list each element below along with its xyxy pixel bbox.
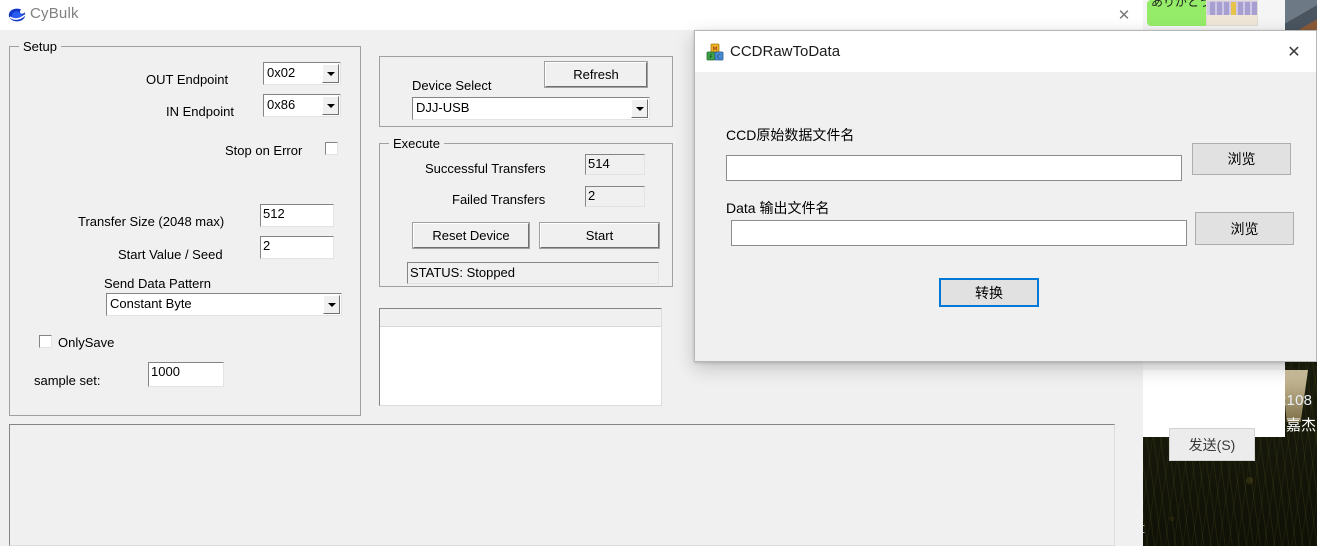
successful-transfers-label: Successful Transfers	[425, 161, 546, 176]
out-endpoint-dropdown-button[interactable]	[322, 64, 339, 83]
log-output-panel[interactable]	[9, 424, 1115, 546]
chevron-down-icon	[635, 106, 644, 111]
send-data-pattern-dropdown-button[interactable]	[323, 295, 340, 314]
chat-send-button[interactable]: 发送(S)	[1169, 428, 1255, 461]
send-data-pattern-value: Constant Byte	[110, 296, 192, 311]
out-file-input[interactable]	[731, 220, 1187, 246]
send-data-pattern-label: Send Data Pattern	[104, 276, 211, 291]
failed-transfers-label: Failed Transfers	[452, 192, 546, 207]
raw-file-input[interactable]	[726, 155, 1182, 181]
send-data-pattern-combobox[interactable]: Constant Byte	[106, 293, 342, 316]
transfer-size-input[interactable]: 512	[260, 204, 334, 227]
start-value-label: Start Value / Seed	[118, 247, 223, 262]
sample-set-input[interactable]: 1000	[148, 362, 224, 387]
transfer-list-header	[380, 309, 661, 327]
chat-image-thumbnail[interactable]	[1206, 0, 1258, 26]
execute-group-title: Execute	[389, 136, 444, 151]
ccdrawtodata-dialog: M F C CCDRawToData ✕ CCD原始数据文件名 浏览 Data …	[694, 30, 1317, 362]
device-select-combobox[interactable]: DJJ-USB	[412, 97, 650, 120]
vb-blocks-icon: M F C	[706, 43, 724, 61]
chevron-down-icon	[326, 71, 335, 76]
convert-button[interactable]: 转换	[939, 278, 1039, 307]
refresh-button[interactable]: Refresh	[544, 61, 648, 88]
raw-file-label: CCD原始数据文件名	[726, 127, 855, 143]
svg-text:F: F	[709, 54, 712, 60]
in-endpoint-combobox[interactable]: 0x86	[263, 94, 341, 117]
desktop-contact-name: 嘉杰	[1286, 417, 1317, 434]
svg-text:C: C	[717, 54, 721, 60]
cybulk-close-button[interactable]: ✕	[1105, 0, 1143, 30]
cybulk-titlebar[interactable]: CyBulk ✕	[0, 0, 1143, 30]
chat-compose-pane[interactable]	[1143, 370, 1285, 437]
out-endpoint-value: 0x02	[267, 65, 296, 80]
in-endpoint-dropdown-button[interactable]	[322, 96, 339, 115]
dialog-titlebar[interactable]: M F C CCDRawToData ✕	[695, 31, 1316, 72]
device-select-value: DJJ-USB	[416, 100, 470, 115]
start-value-input[interactable]: 2	[260, 236, 334, 259]
svg-text:M: M	[713, 46, 718, 52]
out-endpoint-combobox[interactable]: 0x02	[263, 62, 341, 85]
chevron-down-icon	[327, 302, 336, 307]
reset-device-button[interactable]: Reset Device	[412, 222, 530, 249]
out-file-label: Data 输出文件名	[726, 200, 830, 216]
chat-photo-thumbnail-1[interactable]	[1285, 0, 1317, 34]
chevron-down-icon	[326, 103, 335, 108]
stop-on-error-checkbox[interactable]	[325, 142, 338, 155]
only-save-label: OnlySave	[58, 335, 115, 350]
in-endpoint-label: IN Endpoint	[166, 104, 234, 119]
stop-on-error-label: Stop on Error	[225, 143, 303, 158]
raw-file-browse-button[interactable]: 浏览	[1192, 143, 1291, 175]
dialog-close-button[interactable]: ✕	[1272, 31, 1316, 72]
sample-set-label: sample set:	[34, 373, 101, 388]
start-button[interactable]: Start	[539, 222, 660, 249]
cybulk-app-icon	[8, 6, 26, 24]
failed-transfers-value: 2	[585, 186, 645, 207]
cybulk-window-title: CyBulk	[30, 5, 79, 22]
setup-group-title: Setup	[19, 39, 61, 54]
out-endpoint-label: OUT Endpoint	[146, 72, 229, 87]
out-file-browse-button[interactable]: 浏览	[1195, 212, 1294, 245]
chat-message-text: ありがとう	[1151, 0, 1212, 9]
device-select-dropdown-button[interactable]	[631, 99, 648, 118]
transfer-list-panel[interactable]	[379, 308, 662, 406]
device-select-label: Device Select	[412, 78, 492, 93]
transfer-size-label: Transfer Size (2048 max)	[78, 214, 225, 229]
status-bar-text: STATUS: Stopped	[407, 262, 659, 284]
dialog-title: CCDRawToData	[730, 43, 841, 60]
successful-transfers-value: 514	[585, 154, 645, 175]
only-save-checkbox[interactable]	[39, 335, 52, 348]
in-endpoint-value: 0x86	[267, 97, 296, 112]
